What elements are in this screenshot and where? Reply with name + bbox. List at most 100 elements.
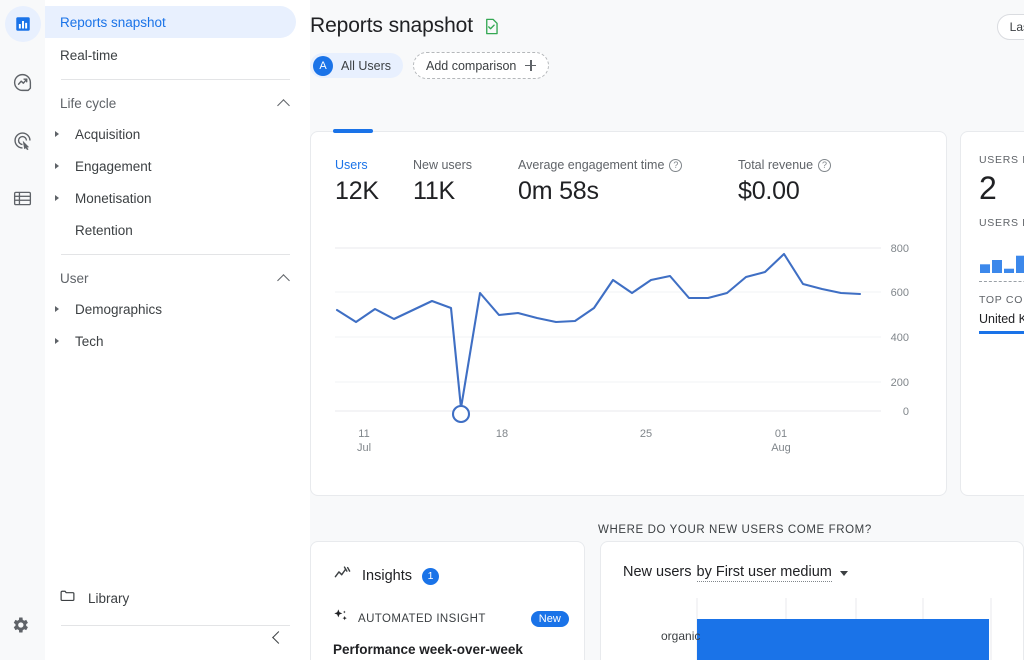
help-icon[interactable]: ? [669,158,683,172]
comparison-chips: A All Users Add comparison [310,52,1024,79]
date-range-selector[interactable]: Las [996,14,1024,40]
bar-category-label: organic [661,629,701,643]
sidebar-item-reports-snapshot[interactable]: Reports snapshot [45,6,296,38]
sidebar-item-label: Real-time [60,47,118,63]
advertising-icon [12,130,33,151]
sidebar-item-label: Monetisation [75,190,152,206]
users-line-series [335,252,862,410]
icon-rail [0,0,45,660]
metric-value: 12K [335,177,379,205]
svg-text:200: 200 [891,377,909,389]
admin-settings-button[interactable] [5,612,35,642]
line-chart-svg: 800 600 400 200 0 11 Jul 18 25 01 Aug [335,243,909,454]
chevron-left-icon [272,630,285,644]
caret-right-icon [55,163,59,169]
metrics-row: Users 12K New users 11K Average engageme… [311,132,946,206]
analytics-app: Reports snapshot Real-time Life cycle Ac… [0,0,1024,660]
sidebar-group-label: Life cycle [60,95,117,111]
sidebar-group-user[interactable]: User [45,263,310,293]
metric-new-users[interactable]: New users 11K [413,158,518,206]
sidebar-item-monetisation[interactable]: Monetisation [45,182,296,214]
plus-icon [525,60,537,71]
sparkline-svg [980,255,1024,273]
sidebar-group-life-cycle[interactable]: Life cycle [45,88,310,118]
sidebar: Reports snapshot Real-time Life cycle Ac… [45,0,310,660]
dashed-divider [979,281,1024,282]
metric-label: Users [335,158,368,172]
users-last-30-min-value: 2 [979,170,997,206]
sidebar-item-label: Tech [75,333,104,349]
sidebar-item-label: Demographics [75,301,163,317]
rail-item-explore[interactable] [5,64,41,100]
chevron-down-icon[interactable] [839,570,848,576]
top-country-bar [979,331,1024,334]
insights-count-badge: 1 [421,567,439,585]
all-users-chip[interactable]: A All Users [310,53,404,78]
sidebar-group-label: User [60,270,89,286]
chevron-up-icon [277,273,290,287]
date-range-label: Las [1009,20,1024,34]
metric-total-revenue[interactable]: Total revenue ? $0.00 [738,158,878,206]
users-line-chart[interactable]: 800 600 400 200 0 11 Jul 18 25 01 Aug [311,236,948,476]
collapse-sidebar-button[interactable] [266,626,288,648]
table-icon [12,188,33,209]
sidebar-divider [61,625,290,626]
sidebar-item-label: Engagement [75,158,152,174]
metric-users[interactable]: Users 12K [335,158,413,206]
y-axis-ticks: 800 600 400 200 0 [891,243,909,418]
sidebar-item-tech[interactable]: Tech [45,325,296,357]
svg-text:800: 800 [891,243,909,255]
help-icon[interactable]: ? [818,158,832,172]
sidebar-item-demographics[interactable]: Demographics [45,293,296,325]
new-users-bar-chart[interactable]: organic [601,594,1023,660]
realtime-sparkline [979,247,1024,275]
gear-icon [10,615,30,640]
insight-headline[interactable]: Performance week-over-week [311,629,584,657]
svg-text:18: 18 [496,428,508,440]
gridlines [335,247,881,412]
dimension-selector-label[interactable]: by First user medium [696,564,832,582]
main-content: Las Reports snapshot A All Users Add com… [310,0,1024,660]
top-countries-label: TOP CO [979,294,1024,306]
metric-label: Average engagement time [518,158,665,172]
users-overview-card: Users 12K New users 11K Average engageme… [310,129,948,496]
sidebar-divider [61,254,290,255]
document-check-icon[interactable] [482,17,501,36]
section-title-new-users-source: WHERE DO YOUR NEW USERS COME FROM? [598,524,872,536]
sidebar-item-real-time[interactable]: Real-time [45,39,296,71]
sidebar-item-retention[interactable]: Retention [45,214,296,246]
sidebar-divider [61,79,290,80]
avatar: A [313,55,333,76]
users-per-minute-label: USERS P [979,217,1024,229]
insights-title: Insights [362,568,412,584]
sidebar-item-engagement[interactable]: Engagement [45,150,296,182]
chart-highlight-point[interactable] [451,404,471,424]
metric-label: Total revenue [738,158,814,172]
caret-right-icon [55,195,59,201]
metric-label: New users [413,158,473,172]
new-users-title-prefix: New users [623,564,692,580]
all-users-label: All Users [341,58,392,73]
explore-icon [12,72,33,93]
bar-chart-svg [696,598,992,660]
new-users-chart-title[interactable]: New users by First user medium [601,542,1023,582]
metric-value: $0.00 [738,177,800,205]
svg-text:600: 600 [891,287,909,299]
metric-value: 0m 58s [518,177,599,205]
svg-text:Aug: Aug [771,442,791,454]
chevron-up-icon [277,98,290,112]
svg-text:0: 0 [903,406,909,418]
sidebar-item-label: Reports snapshot [60,14,166,30]
top-country-name: United K [979,312,1024,326]
metric-avg-engagement-time[interactable]: Average engagement time ? 0m 58s [518,158,738,206]
rail-item-advertising[interactable] [5,122,41,158]
sidebar-item-acquisition[interactable]: Acquisition [45,118,296,150]
sidebar-item-library[interactable]: Library [45,583,310,613]
add-comparison-button[interactable]: Add comparison [413,52,550,79]
automated-insight-label: AUTOMATED INSIGHT [358,612,486,625]
rail-item-configure[interactable] [5,180,41,216]
add-comparison-label: Add comparison [426,58,517,73]
realtime-card: USERS I 2 USERS P TOP CO United K [960,131,1024,496]
rail-item-reports[interactable] [4,6,41,42]
bar-organic[interactable] [697,619,989,660]
